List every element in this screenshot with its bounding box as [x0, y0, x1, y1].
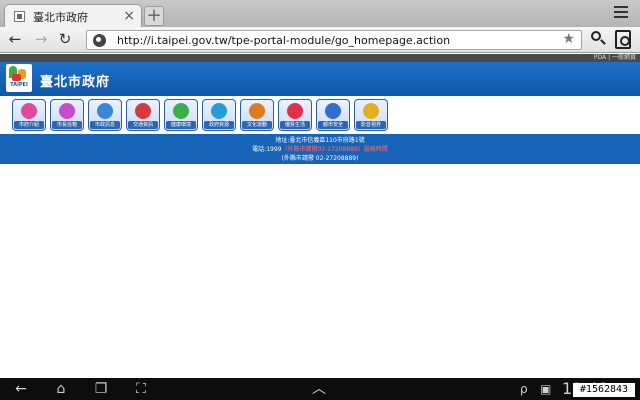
service-icon: [287, 103, 303, 119]
service-button[interactable]: 交通資訊: [126, 99, 160, 131]
service-icon: [249, 103, 265, 119]
footer-phone-prefix: 電話:1999: [252, 146, 282, 153]
close-icon[interactable]: ×: [123, 7, 135, 25]
new-tab-button[interactable]: +: [144, 6, 164, 26]
tab-strip: 臺北市政府 × +: [0, 0, 640, 28]
site-footer: 地址:臺北市信義區110市府路1號 電話:1999（外縣市請撥02-272088…: [0, 134, 640, 164]
notification-icon[interactable]: ρ: [520, 381, 528, 397]
favicon-icon: [14, 11, 25, 22]
service-icon: [325, 103, 341, 119]
service-button[interactable]: 優質生活: [278, 99, 312, 131]
service-label: 健康環境: [166, 121, 196, 129]
top-links[interactable]: PDA | 一般網頁: [594, 54, 636, 62]
site-header: TAIPEI 臺北市政府: [0, 62, 640, 96]
service-icon-row: 市府介紹 市長信箱 市政訊息 交通資訊 健康環境 政府資源 文化運動 優質生活 都市安全 影音視界: [0, 96, 640, 134]
nav-back-icon[interactable]: [10, 381, 32, 397]
service-button[interactable]: 市長信箱: [50, 99, 84, 131]
search-icon[interactable]: [590, 30, 608, 48]
nav-home-icon[interactable]: [50, 381, 72, 397]
service-label: 政府資源: [204, 121, 234, 129]
service-icon: [173, 103, 189, 119]
service-button[interactable]: 影音視界: [354, 99, 388, 131]
forward-icon[interactable]: →: [32, 30, 50, 48]
reload-icon[interactable]: ↻: [56, 30, 74, 48]
service-button[interactable]: 文化運動: [240, 99, 274, 131]
service-label: 影音視界: [356, 121, 386, 129]
footer-outside: (外縣市請撥 02-27208889): [281, 155, 359, 162]
back-icon[interactable]: ←: [6, 30, 24, 48]
service-button[interactable]: 市政訊息: [88, 99, 122, 131]
top-link-bar: PDA | 一般網頁: [0, 54, 640, 62]
globe-icon: [93, 34, 106, 47]
site-title: 臺北市政府: [40, 75, 111, 90]
service-icon: [363, 103, 379, 119]
service-label: 市政訊息: [90, 121, 120, 129]
service-icon: [21, 103, 37, 119]
browser-tab[interactable]: 臺北市政府 ×: [4, 4, 142, 28]
taipei-logo[interactable]: TAIPEI: [6, 64, 32, 92]
footer-phone: 電話:1999（外縣市請撥02-27208889）服務時間: [0, 145, 640, 154]
service-button[interactable]: 市府介紹: [12, 99, 46, 131]
screenshot-icon[interactable]: [130, 381, 152, 397]
service-icon: [59, 103, 75, 119]
star-icon[interactable]: ★: [562, 31, 575, 47]
download-icon[interactable]: ▣: [540, 381, 551, 397]
service-button[interactable]: 都市安全: [316, 99, 350, 131]
bookmarks-icon[interactable]: [615, 30, 631, 49]
service-icon: [211, 103, 227, 119]
address-bar[interactable]: http://i.taipei.gov.tw/tpe-portal-module…: [86, 30, 582, 50]
chevron-up-icon[interactable]: [308, 381, 330, 397]
menu-icon[interactable]: [614, 6, 628, 20]
service-icon: [135, 103, 151, 119]
service-label: 文化運動: [242, 121, 272, 129]
screen: 臺北市政府 × + ← → ↻ http://i.taipei.gov.tw/t…: [0, 0, 640, 400]
service-button[interactable]: 健康環境: [164, 99, 198, 131]
footer-address: 地址:臺北市信義區110市府路1號: [275, 137, 365, 144]
browser-toolbar: ← → ↻ http://i.taipei.gov.tw/tpe-portal-…: [0, 27, 640, 53]
url-text[interactable]: http://i.taipei.gov.tw/tpe-portal-module…: [117, 34, 450, 47]
footer-phone-note: （外縣市請撥02-27208889）服務時間: [281, 146, 388, 153]
system-bar: ρ ▣ 12:40: [0, 378, 640, 400]
service-label: 優質生活: [280, 121, 310, 129]
tab-title: 臺北市政府: [33, 11, 88, 24]
service-button[interactable]: 政府資源: [202, 99, 236, 131]
watermark: #1562843: [573, 383, 635, 397]
service-label: 市長信箱: [52, 121, 82, 129]
service-label: 都市安全: [318, 121, 348, 129]
service-icon: [97, 103, 113, 119]
service-label: 市府介紹: [14, 121, 44, 129]
service-label: 交通資訊: [128, 121, 158, 129]
nav-recent-apps-icon[interactable]: [90, 381, 112, 397]
